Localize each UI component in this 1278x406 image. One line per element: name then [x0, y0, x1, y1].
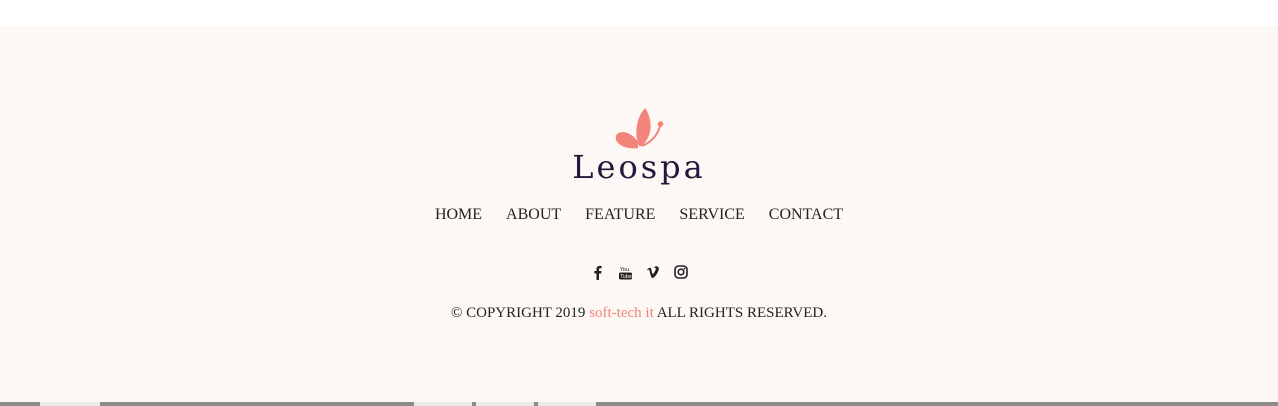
copyright-text: © COPYRIGHT 2019 soft-tech it ALL RIGHTS…	[0, 305, 1278, 322]
nav-item-home[interactable]: HOME	[435, 206, 482, 224]
footer-nav: HOME ABOUT FEATURE SERVICE CONTACT	[0, 206, 1278, 224]
strip-segment	[414, 402, 472, 406]
nav-item-contact[interactable]: CONTACT	[769, 206, 843, 224]
strip-segment	[476, 402, 534, 406]
brand-name: Leospa	[572, 148, 706, 186]
strip-segment	[538, 402, 596, 406]
social-links: You Tube	[0, 264, 1278, 280]
youtube-icon[interactable]: You Tube	[618, 264, 632, 280]
company-link[interactable]: soft-tech it	[589, 305, 654, 321]
vimeo-icon[interactable]	[646, 264, 660, 280]
nav-item-service[interactable]: SERVICE	[679, 206, 744, 224]
bottom-strip	[0, 402, 1278, 406]
nav-item-feature[interactable]: FEATURE	[585, 206, 655, 224]
copyright-prefix: © COPYRIGHT 2019	[450, 305, 590, 321]
facebook-icon[interactable]	[590, 264, 604, 280]
butterfly-icon	[615, 108, 664, 149]
site-footer: Leospa HOME ABOUT FEATURE SERVICE CONTAC…	[0, 26, 1278, 402]
copyright-suffix: ALL RIGHTS RESERVED.	[653, 305, 828, 321]
svg-text:You: You	[619, 267, 629, 273]
nav-item-about[interactable]: ABOUT	[506, 206, 561, 224]
svg-text:Tube: Tube	[619, 274, 632, 280]
instagram-icon[interactable]	[674, 264, 688, 280]
strip-segment	[40, 402, 100, 406]
